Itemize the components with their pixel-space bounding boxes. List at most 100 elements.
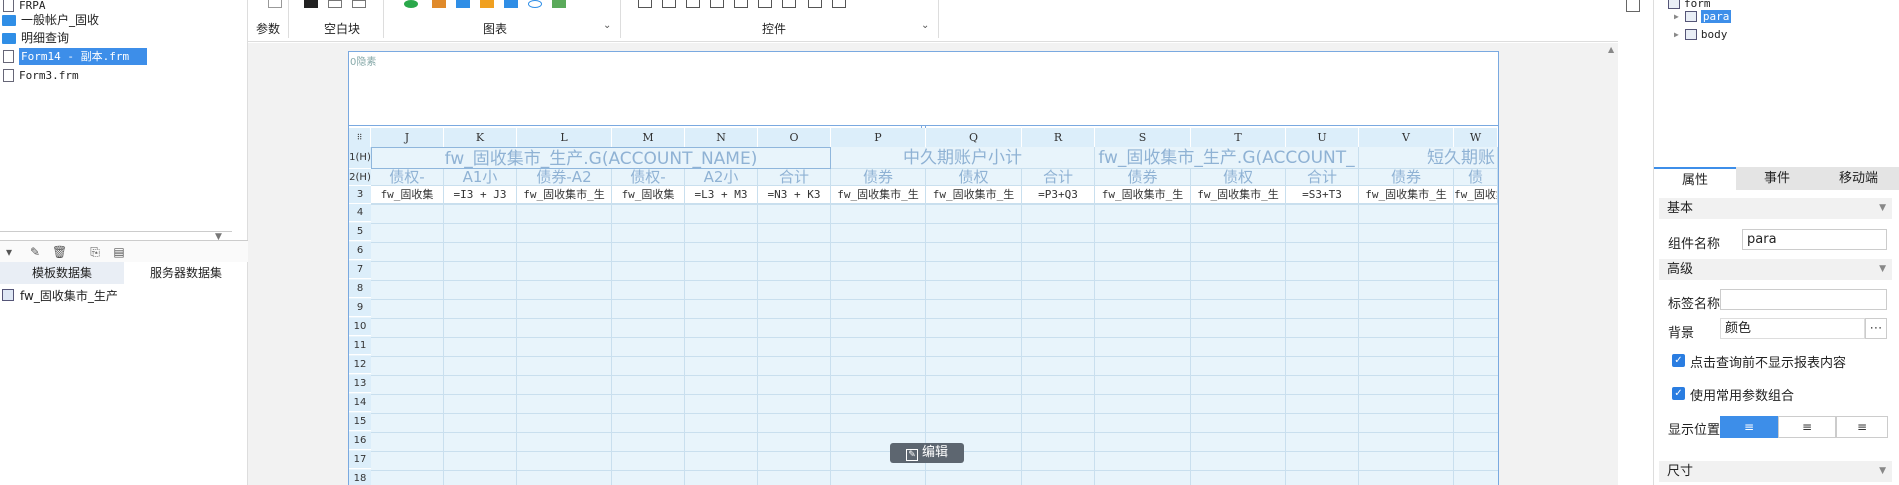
preview-icon[interactable]: ⎘ bbox=[88, 245, 102, 259]
table-cell[interactable]: 合计 bbox=[758, 169, 831, 186]
checkbox-icon[interactable]: ✓ bbox=[1672, 387, 1685, 400]
row-header[interactable]: 6 bbox=[349, 242, 371, 260]
dataset-item[interactable]: fw_固收集市_生产 bbox=[0, 286, 118, 304]
tree-node-body[interactable]: ▶ body bbox=[1674, 28, 1727, 41]
align-right-icon[interactable]: ≡ bbox=[1836, 416, 1888, 438]
table-cell[interactable]: 短久期账 bbox=[1359, 147, 1498, 169]
more-icon[interactable]: ⋯ bbox=[1865, 318, 1887, 339]
checkbox-label[interactable]: 使用常用参数组合 bbox=[1690, 385, 1794, 404]
widget-icon[interactable] bbox=[686, 0, 700, 8]
table-cell[interactable]: 合计 bbox=[1022, 169, 1095, 186]
column-header[interactable]: S bbox=[1095, 128, 1191, 147]
gauge-chart-icon[interactable] bbox=[528, 0, 542, 8]
sheet-corner[interactable]: ⠿ bbox=[349, 128, 371, 147]
chevron-down-icon[interactable]: ▼ bbox=[1879, 198, 1886, 219]
tree-item-form14[interactable]: Form14 - 副本.frm bbox=[0, 48, 147, 65]
tag-name-field[interactable] bbox=[1720, 289, 1887, 310]
line-chart-icon[interactable] bbox=[432, 0, 446, 8]
row-header[interactable]: 11 bbox=[349, 337, 371, 355]
table-cell[interactable]: fw_固收集 bbox=[371, 186, 444, 204]
table-cell[interactable]: 债券 bbox=[1359, 169, 1454, 186]
tree-item-folder-detail[interactable]: 明细查询 bbox=[0, 30, 69, 47]
block-icon[interactable] bbox=[328, 0, 342, 8]
table-cell[interactable]: fw_固收集市_生产.G(ACCOUNT_ bbox=[1095, 147, 1359, 169]
table-cell[interactable]: fw_固收集市_生 bbox=[517, 186, 612, 204]
table-cell[interactable]: 债券 bbox=[831, 169, 926, 186]
edit-icon[interactable]: ✎ bbox=[28, 245, 42, 259]
expand-icon[interactable]: ▶ bbox=[1674, 12, 1679, 21]
table-cell[interactable]: A1小 bbox=[444, 169, 517, 186]
tree-node-para[interactable]: ▶ para bbox=[1674, 10, 1732, 23]
tree-node-form[interactable]: form bbox=[1668, 0, 1711, 10]
row-header[interactable]: 4 bbox=[349, 204, 371, 222]
chevron-down-icon[interactable]: ⌄ bbox=[603, 20, 611, 31]
row-header[interactable]: 9 bbox=[349, 299, 371, 317]
table-cell[interactable]: =N3 + K3 bbox=[758, 186, 831, 204]
checkbox-icon[interactable]: ✓ bbox=[1672, 354, 1685, 367]
column-header[interactable]: U bbox=[1286, 128, 1359, 147]
column-header[interactable]: J bbox=[371, 128, 444, 147]
widget-icon[interactable] bbox=[782, 0, 796, 8]
table-cell[interactable]: 债 bbox=[1454, 169, 1498, 186]
param-icon[interactable] bbox=[268, 0, 282, 8]
expand-icon[interactable]: ▶ bbox=[1674, 30, 1679, 39]
layout-icon[interactable] bbox=[1626, 0, 1640, 12]
table-cell[interactable]: 合计 bbox=[1286, 169, 1359, 186]
block-icon[interactable] bbox=[352, 0, 366, 8]
widget-icon[interactable] bbox=[758, 0, 772, 8]
row-header[interactable]: 15 bbox=[349, 413, 371, 431]
report-sheet[interactable]: ⠿ J K L M N O P Q R S T U V W 1(H) 2(H) … bbox=[349, 128, 1498, 485]
table-cell[interactable]: fw_固收集市_生产.G(ACCOUNT_NAME) bbox=[371, 147, 831, 169]
table-cell[interactable]: fw_固收集市_生 bbox=[1191, 186, 1286, 204]
tree-item-folder-general[interactable]: 一般帐户_固收 bbox=[0, 12, 99, 29]
column-header[interactable]: V bbox=[1359, 128, 1454, 147]
row-header[interactable]: 1(H) bbox=[349, 147, 371, 169]
vertical-scrollbar[interactable]: ▲ bbox=[1605, 43, 1618, 485]
table-cell[interactable]: 债权 bbox=[1191, 169, 1286, 186]
column-header[interactable]: K bbox=[444, 128, 517, 147]
row-header[interactable]: 7 bbox=[349, 261, 371, 279]
column-header[interactable]: W bbox=[1454, 128, 1498, 147]
tab-template-dataset[interactable]: 模板数据集 bbox=[0, 262, 124, 284]
table-cell[interactable]: fw_固收集市_生 bbox=[1359, 186, 1454, 204]
tab-server-dataset[interactable]: 服务器数据集 bbox=[124, 262, 248, 284]
section-basic[interactable]: 基本 ▼ bbox=[1659, 198, 1892, 219]
column-header[interactable]: M bbox=[612, 128, 685, 147]
block-icon[interactable] bbox=[304, 0, 318, 8]
pie-chart-icon[interactable] bbox=[404, 0, 418, 8]
chart-icon[interactable] bbox=[504, 0, 518, 8]
table-cell[interactable]: 债券 bbox=[1095, 169, 1191, 186]
table-cell[interactable]: 债权- bbox=[371, 169, 444, 186]
table-cell[interactable]: fw_固收集市_生 bbox=[831, 186, 926, 204]
delete-icon[interactable]: 🗑 bbox=[52, 245, 67, 259]
row-header[interactable]: 12 bbox=[349, 356, 371, 374]
chevron-down-icon[interactable]: ⌄ bbox=[921, 20, 929, 31]
column-header[interactable]: O bbox=[758, 128, 831, 147]
row-header[interactable]: 2(H) bbox=[349, 169, 371, 186]
area-chart-icon[interactable] bbox=[480, 0, 494, 8]
align-left-icon[interactable]: ≡ bbox=[1720, 416, 1778, 438]
row-header[interactable]: 8 bbox=[349, 280, 371, 298]
row-header[interactable]: 3 bbox=[349, 186, 371, 204]
row-header[interactable]: 14 bbox=[349, 394, 371, 412]
background-field[interactable]: 颜色 bbox=[1720, 318, 1865, 339]
row-header[interactable]: 18 bbox=[349, 470, 371, 485]
table-cell[interactable]: 债权- bbox=[612, 169, 685, 186]
column-header[interactable]: T bbox=[1191, 128, 1286, 147]
table-cell[interactable]: 债券-A2 bbox=[517, 169, 612, 186]
checkbox-label[interactable]: 点击查询前不显示报表内容 bbox=[1690, 352, 1846, 371]
table-cell[interactable]: =I3 + J3 bbox=[444, 186, 517, 204]
scatter-chart-icon[interactable] bbox=[552, 0, 566, 8]
tab-events[interactable]: 事件 bbox=[1736, 167, 1818, 190]
column-header[interactable]: N bbox=[685, 128, 758, 147]
table-cell[interactable]: A2小 bbox=[685, 169, 758, 186]
row-header[interactable]: 13 bbox=[349, 375, 371, 393]
scroll-up-icon[interactable]: ▲ bbox=[1608, 45, 1614, 54]
bar-chart-icon[interactable] bbox=[456, 0, 470, 8]
column-header[interactable]: L bbox=[517, 128, 612, 147]
align-center-icon[interactable]: ≡ bbox=[1778, 416, 1836, 438]
chevron-down-icon[interactable]: ▼ bbox=[1879, 259, 1886, 280]
section-advanced[interactable]: 高级 ▼ bbox=[1659, 259, 1892, 280]
row-header[interactable]: 10 bbox=[349, 318, 371, 336]
widget-icon[interactable] bbox=[710, 0, 724, 8]
